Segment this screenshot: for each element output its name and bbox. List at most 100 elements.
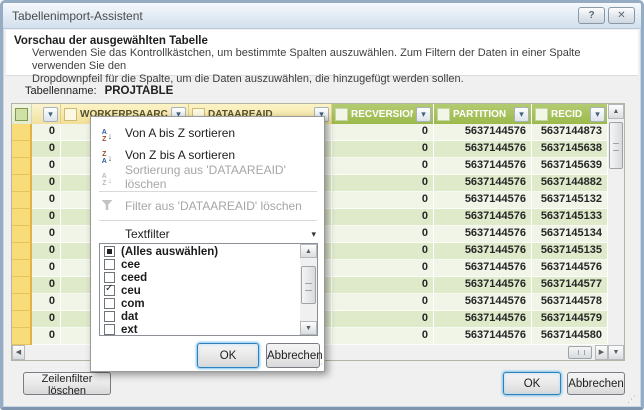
menu-item-clear-sort: A Z ↓ Sortierung aus 'DATAAREAID' löschen (91, 163, 324, 191)
page-title: Vorschau der ausgewählten Tabelle (14, 35, 208, 47)
cell-partition: 5637144576 (434, 175, 532, 192)
filter-list-scrollbar[interactable] (300, 244, 317, 335)
scroll-down-icon[interactable] (608, 345, 624, 360)
row-selector-cell (12, 141, 32, 158)
cell-recversion: 0 (332, 141, 434, 158)
menu-separator (99, 220, 317, 221)
scroll-up-icon[interactable] (608, 104, 624, 119)
filter-value-checkbox[interactable] (104, 272, 115, 283)
unnamed-column-header[interactable] (32, 104, 61, 124)
menu-item-label: Von Z bis A sortieren (125, 148, 236, 162)
recid-checkbox[interactable] (535, 107, 548, 121)
filter-value-item[interactable]: ceed (100, 271, 298, 284)
dialog-resize-grip-icon[interactable]: ⋰ (627, 394, 636, 405)
select-all-header-cell[interactable] (12, 104, 32, 124)
vertical-scrollbar-thumb[interactable] (609, 122, 623, 169)
cell-partition: 5637144576 (434, 209, 532, 226)
filter-value-item[interactable]: dat (100, 310, 298, 323)
filter-value-checkbox[interactable] (104, 283, 115, 296)
filter-value-label: com (121, 297, 145, 310)
help-button[interactable]: ? (578, 7, 605, 24)
cell-unnamed: 0 (32, 141, 61, 158)
filter-value-list: (Alles auswählen) cee ceed ceu com dat e… (99, 243, 318, 336)
filter-value-checkbox[interactable] (104, 298, 115, 309)
row-selector-cell (12, 158, 32, 175)
menu-item-text-filter[interactable]: Textfilter ▾ (91, 223, 324, 245)
cell-unnamed: 0 (32, 260, 61, 277)
column-header-partition[interactable]: PARTITION (434, 104, 532, 124)
popup-resize-grip-icon[interactable]: ⋰ (315, 362, 323, 371)
column-label: RECID (551, 108, 583, 120)
unnamed-column-filter-dropdown-icon[interactable] (43, 106, 58, 122)
partition-checkbox[interactable] (437, 107, 450, 121)
menu-item-sort-az[interactable]: A Z ↓ Von A bis Z sortieren (91, 122, 324, 144)
cell-unnamed: 0 (32, 175, 61, 192)
clear-row-filter-button[interactable]: Zeilenfilter löschen (23, 372, 111, 397)
cell-recversion: 0 (332, 209, 434, 226)
workerpsaarchitect-checkbox[interactable] (64, 107, 77, 121)
cell-recid: 5637144873 (532, 124, 608, 141)
cell-unnamed: 0 (32, 277, 61, 294)
filter-value-label: cee (121, 258, 141, 271)
cell-partition: 5637144576 (434, 243, 532, 260)
cell-recversion: 0 (332, 260, 434, 277)
filter-value-checkbox[interactable] (104, 311, 115, 322)
recid-filter-dropdown-icon[interactable] (590, 106, 605, 122)
filter-value-item[interactable]: ceu (100, 283, 298, 297)
cell-unnamed: 0 (32, 192, 61, 209)
filter-value-item[interactable]: (Alles auswählen) (100, 245, 298, 258)
cell-unnamed: 0 (32, 294, 61, 311)
cell-recversion: 0 (332, 226, 434, 243)
recversion-filter-dropdown-icon[interactable] (416, 106, 431, 122)
filter-cancel-button[interactable]: Abbrechen (266, 343, 323, 368)
cancel-button[interactable]: Abbrechen (567, 372, 625, 395)
cell-unnamed: 0 (32, 243, 61, 260)
cell-recid: 5637145135 (532, 243, 608, 260)
scroll-down-icon[interactable] (300, 321, 317, 335)
filter-value-label: ceu (121, 284, 141, 297)
filter-value-item[interactable]: ext (100, 323, 298, 336)
filter-value-item[interactable]: com (100, 297, 298, 310)
cell-recid: 5637145134 (532, 226, 608, 243)
ok-button[interactable]: OK (503, 372, 561, 395)
column-header-recid[interactable]: RECID (532, 104, 608, 124)
scroll-right-icon[interactable] (595, 345, 608, 360)
filter-value-checkbox[interactable] (104, 259, 115, 270)
menu-separator (99, 191, 317, 192)
column-header-recversion[interactable]: RECVERSION (332, 104, 434, 124)
row-selector-cell (12, 328, 32, 345)
menu-item-clear-filter: Filter aus 'DATAAREAID' löschen (91, 195, 324, 217)
cell-recid: 5637144579 (532, 311, 608, 328)
horizontal-scrollbar-thumb[interactable] (568, 346, 592, 359)
cell-recid: 5637145133 (532, 209, 608, 226)
scroll-up-icon[interactable] (300, 244, 317, 258)
close-button[interactable]: ✕ (608, 7, 635, 24)
cell-partition: 5637144576 (434, 141, 532, 158)
filter-list-scrollbar-thumb[interactable] (301, 266, 316, 304)
filter-value-item[interactable]: cee (100, 258, 298, 271)
filter-value-items: (Alles auswählen) cee ceed ceu com dat e… (100, 245, 298, 336)
menu-item-label: Filter aus 'DATAAREAID' löschen (125, 199, 302, 213)
row-selector-cell (12, 277, 32, 294)
partition-filter-dropdown-icon[interactable] (514, 106, 529, 122)
row-selector-cell (12, 260, 32, 277)
filter-value-checkbox[interactable] (104, 246, 115, 257)
cell-partition: 5637144576 (434, 311, 532, 328)
menu-item-label: Sortierung aus 'DATAAREAID' löschen (125, 163, 286, 191)
filter-value-checkbox[interactable] (104, 324, 115, 335)
cell-unnamed: 0 (32, 328, 61, 345)
row-selector-cell (12, 175, 32, 192)
row-selector-cell (12, 209, 32, 226)
filter-ok-button[interactable]: OK (197, 343, 259, 368)
cell-recid: 5637145639 (532, 158, 608, 175)
cell-recversion: 0 (332, 124, 434, 141)
window-title: Tabellenimport-Assistent (12, 8, 143, 23)
recversion-checkbox[interactable] (335, 107, 348, 121)
menu-item-label: Von A bis Z sortieren (125, 126, 236, 140)
cell-recversion: 0 (332, 175, 434, 192)
scroll-left-icon[interactable] (12, 345, 25, 360)
vertical-scrollbar[interactable] (608, 104, 624, 360)
row-selector-cell (12, 124, 32, 141)
select-all-checkbox[interactable] (15, 107, 28, 121)
cell-recversion: 0 (332, 192, 434, 209)
